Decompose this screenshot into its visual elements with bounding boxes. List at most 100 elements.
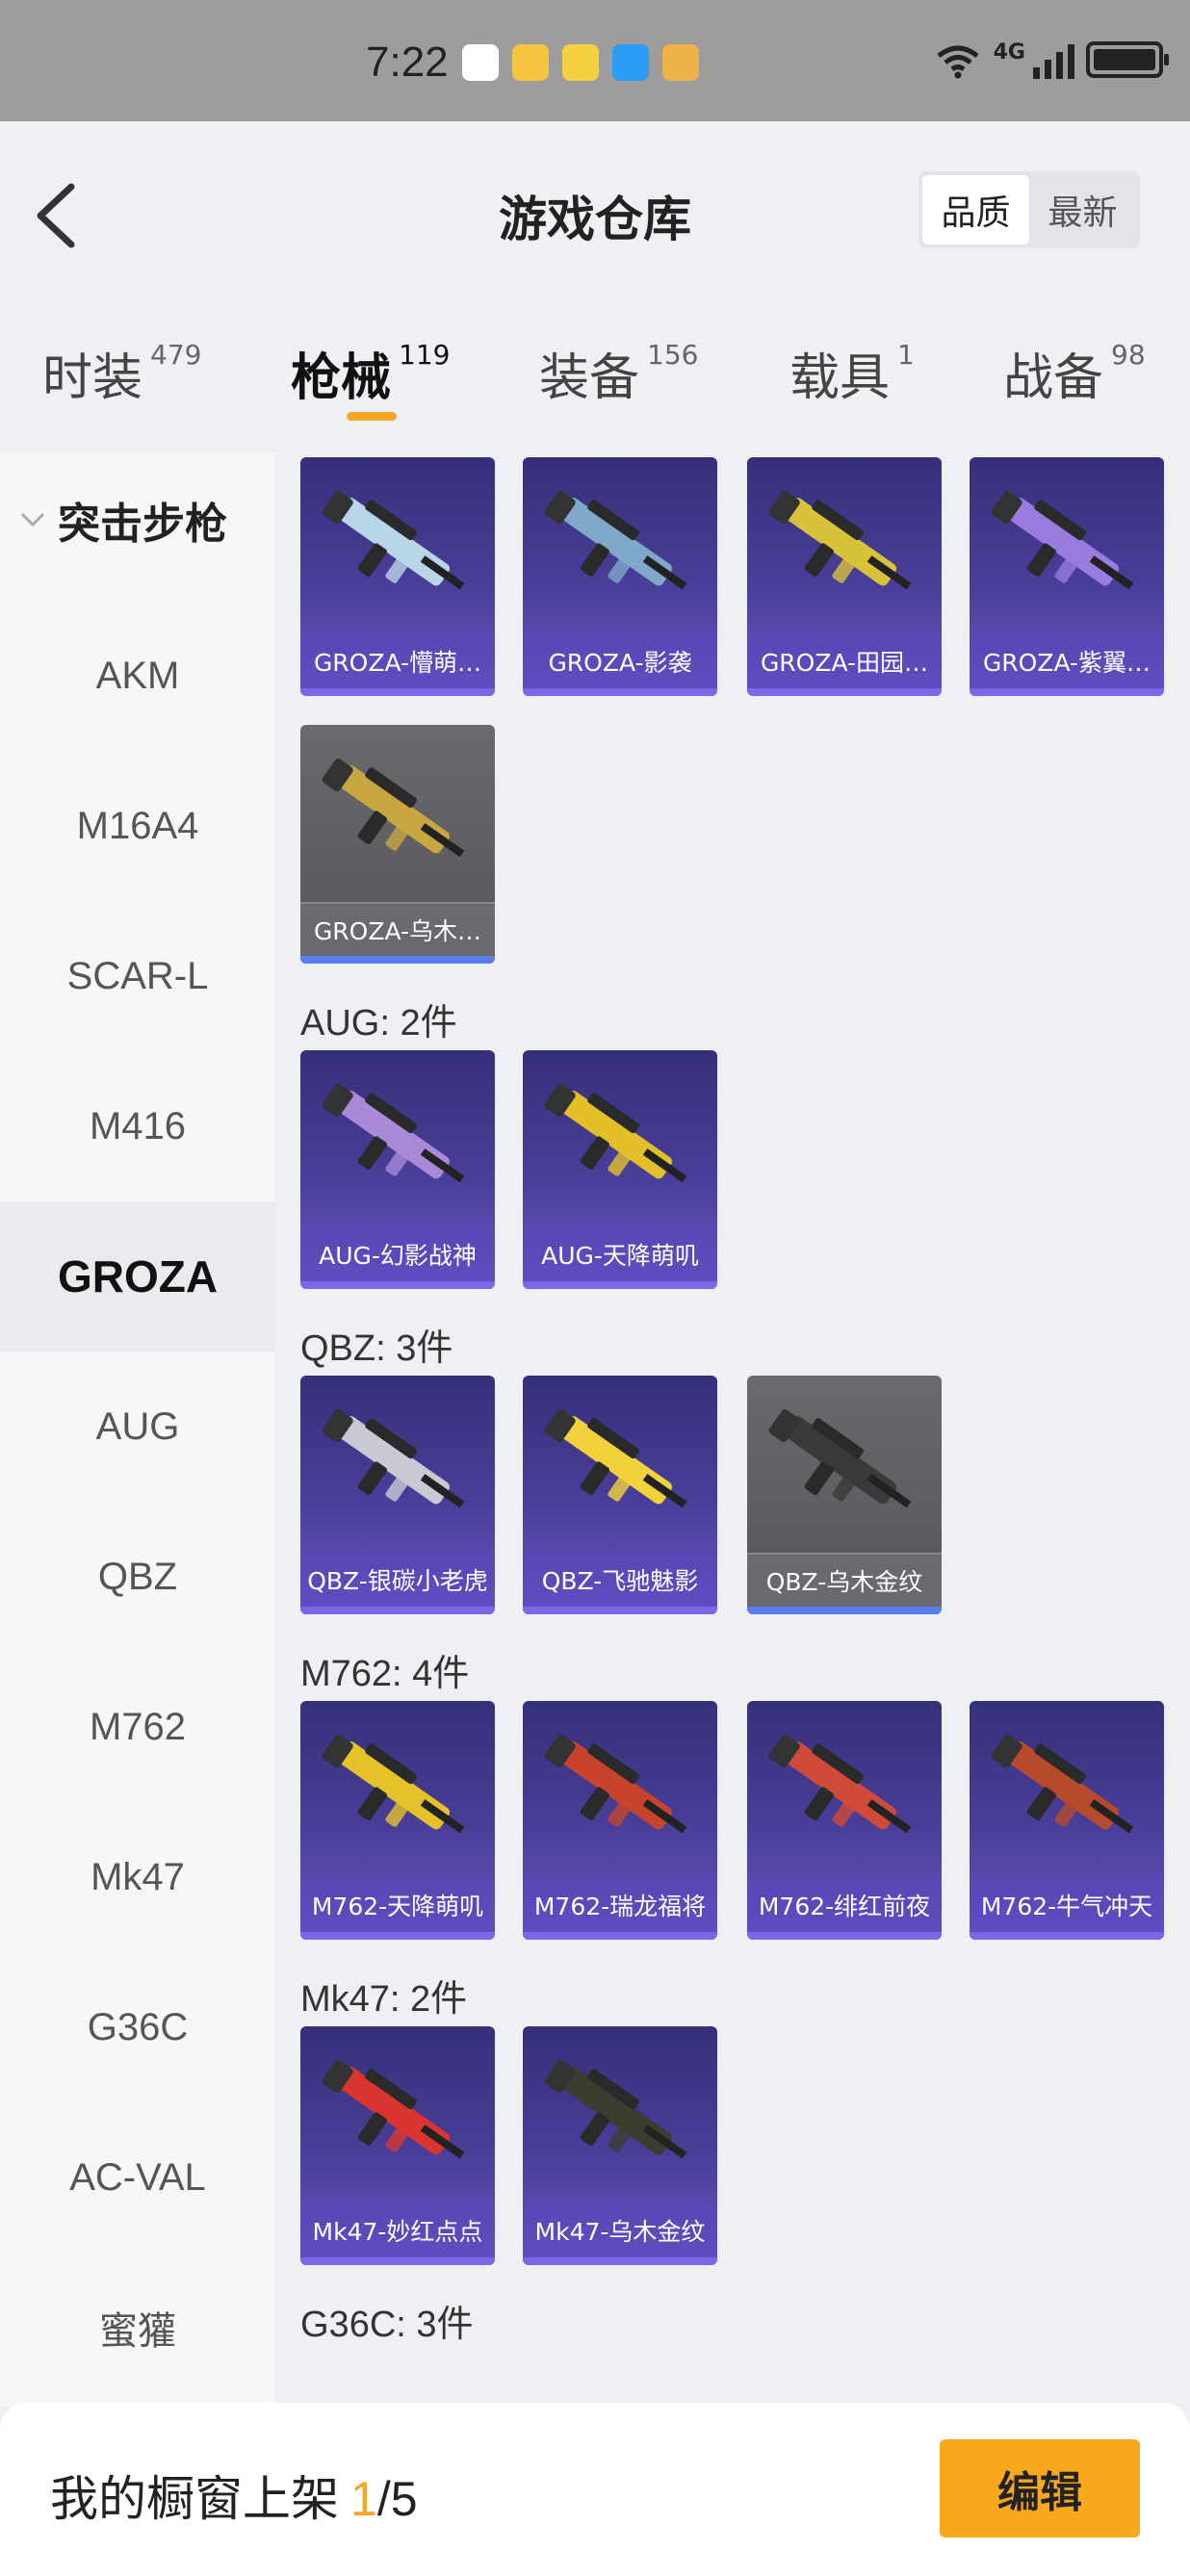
- skin-card[interactable]: QBZ-银碳小老虎: [300, 1376, 495, 1614]
- section-header: Mk47: 2件: [300, 1979, 468, 2020]
- tab-count: 1: [897, 339, 915, 371]
- sidebar-group-label: 突击步枪: [58, 500, 227, 549]
- showcase-count: 1: [350, 2472, 377, 2526]
- sidebar-item-groza[interactable]: GROZA: [0, 1201, 275, 1352]
- rarity-bar: [300, 2257, 495, 2265]
- section-header: G36C: 3件: [300, 2305, 474, 2345]
- app-root: { "status_bar": { "time": "7:22", "netwo…: [0, 0, 1190, 2576]
- tab-vehicles[interactable]: 载具 1: [789, 337, 915, 409]
- showcase-label: 我的橱窗上架: [50, 2471, 339, 2527]
- rarity-bar: [300, 1932, 495, 1940]
- tab-label: 载具: [789, 349, 891, 407]
- skin-name: GROZA-田园…: [747, 634, 942, 688]
- weapon-image: [322, 2059, 465, 2159]
- tab-label: 枪械: [291, 349, 392, 407]
- weapon-image: [544, 1734, 687, 1834]
- weapon-image: [544, 1408, 687, 1508]
- showcase-bar: 我的橱窗上架 1 /5 编辑: [0, 2403, 1190, 2576]
- section-header: QBZ: 3件: [300, 1328, 453, 1369]
- section-header: AUG: 2件: [300, 1003, 457, 1043]
- sidebar-group-assault-rifles[interactable]: 突击步枪: [0, 481, 275, 558]
- skin-name: QBZ-乌木金纹: [747, 1553, 942, 1607]
- sidebar-item-qbz[interactable]: QBZ: [0, 1502, 275, 1652]
- rarity-bar: [523, 1607, 717, 1614]
- network-type: 4G: [993, 40, 1025, 64]
- tab-guns[interactable]: 枪械 119: [291, 337, 450, 409]
- skin-card[interactable]: AUG-天降萌叽: [523, 1050, 717, 1289]
- tab-count: 98: [1111, 339, 1146, 371]
- sidebar-item-m416[interactable]: M416: [0, 1051, 275, 1201]
- status-indicators: 4G: [934, 40, 1169, 79]
- app-notification-icon: [662, 44, 699, 81]
- edit-button[interactable]: 编辑: [940, 2439, 1140, 2537]
- skin-name: GROZA-紫翼…: [970, 634, 1164, 688]
- sidebar-item-g36c[interactable]: G36C: [0, 1952, 275, 2102]
- sidebar-item-honey-badger[interactable]: 蜜獾: [0, 2253, 275, 2403]
- rarity-bar: [300, 956, 495, 964]
- skin-card[interactable]: M762-天降萌叽: [300, 1701, 495, 1940]
- weapon-image: [544, 490, 687, 590]
- section-header: M762: 4件: [300, 1654, 470, 1694]
- weapon-skin-grid: GROZA-懵萌… GROZA-影袭 GROZA-田园… GROZA-紫翼… GROZA…: [275, 452, 1190, 2407]
- skin-card[interactable]: M762-牛气冲天: [970, 1701, 1164, 1940]
- showcase-status: 我的橱窗上架 1 /5: [50, 2460, 418, 2530]
- rarity-bar: [747, 688, 942, 696]
- skin-card[interactable]: AUG-幻影战神: [300, 1050, 495, 1289]
- skin-name: M762-天降萌叽: [300, 1878, 495, 1932]
- tab-label: 时装: [42, 349, 143, 407]
- sort-quality-button[interactable]: 品质: [922, 175, 1029, 245]
- weapon-image: [544, 1083, 687, 1183]
- weapon-image: [768, 1734, 912, 1834]
- rarity-bar: [747, 1607, 942, 1614]
- skin-card[interactable]: Mk47-乌木金纹: [523, 2026, 717, 2265]
- tab-equipment[interactable]: 装备 156: [539, 337, 698, 409]
- skin-name: GROZA-影袭: [523, 634, 717, 688]
- status-bar: 7:22 4G: [0, 0, 1190, 121]
- app-notification-icon: [612, 44, 649, 81]
- sort-toggle: 品质 最新: [918, 171, 1140, 248]
- chevron-down-icon: [20, 512, 45, 528]
- sidebar-item-m16a4[interactable]: M16A4: [0, 751, 275, 901]
- rarity-bar: [523, 688, 717, 696]
- skin-card[interactable]: M762-瑞龙福将: [523, 1701, 717, 1940]
- skin-name: M762-绯红前夜: [747, 1878, 942, 1932]
- sidebar-item-scar-l[interactable]: SCAR-L: [0, 901, 275, 1051]
- skin-card[interactable]: GROZA-紫翼…: [970, 457, 1164, 696]
- sidebar-item-ac-val[interactable]: AC-VAL: [0, 2102, 275, 2253]
- active-tab-indicator: [347, 412, 397, 421]
- sidebar-item-m762[interactable]: M762: [0, 1652, 275, 1802]
- skin-card[interactable]: GROZA-田园…: [747, 457, 942, 696]
- skin-card[interactable]: GROZA-懵萌…: [300, 457, 495, 696]
- app-notification-icon: [462, 44, 499, 81]
- weapon-sidebar: 突击步枪 AKM M16A4 SCAR-L M416 GROZA AUG QBZ…: [0, 452, 275, 2407]
- tab-supplies[interactable]: 战备 98: [1003, 337, 1146, 409]
- rarity-bar: [970, 688, 1164, 696]
- rarity-bar: [747, 1932, 942, 1940]
- skin-card[interactable]: GROZA-影袭: [523, 457, 717, 696]
- weapon-image: [991, 490, 1134, 590]
- weapon-image: [322, 1408, 465, 1508]
- sidebar-item-mk47[interactable]: Mk47: [0, 1802, 275, 1952]
- cell-signal-icon: [1033, 40, 1074, 79]
- skin-name: M762-牛气冲天: [970, 1878, 1164, 1932]
- sidebar-item-aug[interactable]: AUG: [0, 1352, 275, 1502]
- skin-card[interactable]: GROZA-乌木…: [300, 725, 495, 964]
- status-time: 7:22: [366, 39, 449, 86]
- skin-name: QBZ-银碳小老虎: [300, 1553, 495, 1607]
- category-tabs: 时装 479 枪械 119 装备 156 载具 1 战备 98: [0, 308, 1190, 452]
- notification-icons: [462, 44, 699, 81]
- sidebar-item-akm[interactable]: AKM: [0, 601, 275, 751]
- skin-card[interactable]: QBZ-乌木金纹: [747, 1376, 942, 1614]
- tab-label: 战备: [1003, 349, 1104, 407]
- skin-name: M762-瑞龙福将: [523, 1878, 717, 1932]
- skin-card[interactable]: Mk47-妙红点点: [300, 2026, 495, 2265]
- skin-card[interactable]: QBZ-飞驰魅影: [523, 1376, 717, 1614]
- tab-count: 479: [150, 339, 202, 371]
- sort-newest-button[interactable]: 最新: [1029, 175, 1136, 245]
- skin-card[interactable]: M762-绯红前夜: [747, 1701, 942, 1940]
- rarity-bar: [300, 1607, 495, 1614]
- tab-fashion[interactable]: 时装 479: [42, 337, 201, 409]
- app-notification-icon: [562, 44, 599, 81]
- page-header: 游戏仓库 品质 最新: [0, 121, 1190, 289]
- weapon-image: [322, 1083, 465, 1183]
